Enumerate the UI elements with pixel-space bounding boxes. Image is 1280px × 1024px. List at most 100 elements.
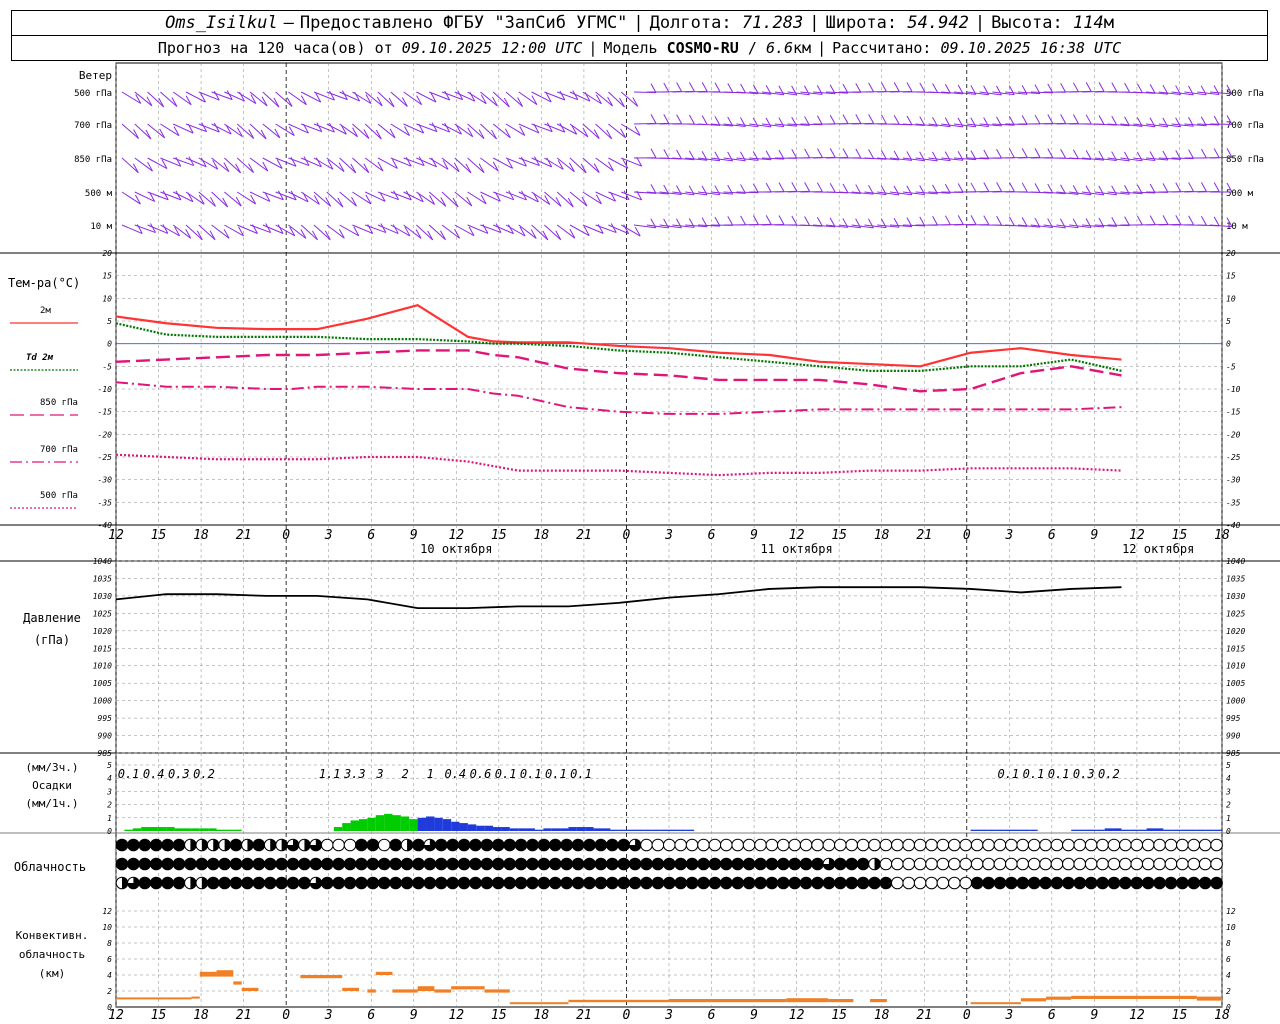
- date-label: 10 октября: [420, 542, 492, 556]
- snow-bar: [543, 828, 552, 831]
- cloud-symbol: [720, 838, 733, 852]
- wind-barb: [121, 123, 139, 139]
- snow-bar: [526, 828, 535, 831]
- cloud-circle: [377, 857, 391, 871]
- cloud-circle: [1062, 876, 1075, 890]
- cloud-symbol: [1005, 876, 1018, 890]
- wind-barb-flag: [1111, 82, 1118, 92]
- cloud-symbol: [902, 876, 916, 890]
- conv-cloud-bar: [786, 998, 829, 1003]
- cloud-symbol: [1210, 838, 1223, 852]
- legend-label: 2м: [40, 306, 51, 316]
- cloud-symbol: [628, 857, 642, 871]
- cloud-circle: [1050, 838, 1064, 852]
- cloud-symbol: [640, 857, 653, 871]
- conv-cloud-bar: [216, 970, 234, 977]
- cloud-circle: [218, 876, 231, 890]
- wind-barb-flag: [133, 129, 140, 139]
- wind-barb-flag: [1060, 82, 1067, 93]
- time-tick-label: 18: [193, 528, 209, 543]
- wind-barb: [364, 157, 384, 172]
- rain-bar: [191, 828, 200, 831]
- time-tick-label: 18: [534, 1008, 550, 1023]
- cloud-symbol: [879, 857, 893, 871]
- cloud-circle: [229, 857, 243, 871]
- cloud-symbol: [1153, 876, 1166, 890]
- cloud-circle: [902, 876, 916, 890]
- cloud-symbol: [834, 876, 847, 890]
- cloud-circle: [514, 876, 528, 890]
- cloud-symbol: [206, 876, 220, 890]
- wind-barb-flag: [868, 82, 875, 93]
- pressure-tick-label: 990: [1226, 732, 1241, 741]
- cloud-circle: [161, 857, 174, 871]
- temp-axis-title: Тем-ра(°С): [8, 276, 80, 290]
- cloud-circle: [469, 838, 482, 852]
- time-tick-label: 9: [410, 1008, 418, 1023]
- snow-bar: [1071, 829, 1080, 831]
- cloud-circle: [560, 876, 573, 890]
- cloud-symbol: [651, 857, 665, 871]
- wind-barb: [608, 224, 629, 235]
- wind-level-label: 700 гПа: [74, 121, 112, 131]
- cloud-symbol: [366, 857, 380, 871]
- conv-cloud-bar: [828, 999, 854, 1003]
- pressure-tick-label: 1000: [93, 697, 112, 706]
- cloud-circle: [742, 838, 756, 852]
- wind-barb-flag: [932, 83, 939, 93]
- wind-barb-flag: [765, 182, 772, 193]
- cloud-symbol: [1005, 857, 1018, 871]
- cloud-circle: [879, 838, 893, 852]
- cloud-circle: [1210, 857, 1223, 871]
- snow-bar: [576, 827, 586, 831]
- temp-tick-label: 10: [102, 294, 112, 303]
- wind-barb: [454, 191, 473, 207]
- wind-barb-flag: [363, 163, 370, 173]
- cloud-circle: [412, 838, 425, 852]
- wind-barb-flag: [906, 115, 913, 126]
- cloud-circle: [1187, 857, 1201, 871]
- snow-bar: [560, 828, 569, 831]
- cloud-circle: [948, 876, 961, 890]
- cloud-circle: [1176, 838, 1189, 852]
- wind-level-label: 500 м: [85, 189, 113, 199]
- temp-tick-label: 10: [1226, 294, 1236, 303]
- precip-3h-total: 0.1: [570, 767, 592, 781]
- cloud-symbol: [332, 857, 345, 871]
- cloud-circle: [834, 857, 847, 871]
- cloud-symbol: [685, 857, 699, 871]
- cloud-symbol: [970, 876, 984, 890]
- cloud-circle: [936, 857, 950, 871]
- cloud-circle: [674, 876, 688, 890]
- cloud-circle: [708, 857, 722, 871]
- cloud-symbol: [1062, 838, 1075, 852]
- cloud-circle: [822, 876, 836, 890]
- temp-tick-label: 0: [107, 340, 112, 349]
- cloud-symbol: [115, 838, 129, 852]
- cloud-circle: [1027, 876, 1041, 890]
- cloud-circle: [127, 857, 140, 871]
- wind-barb-flag: [491, 96, 498, 107]
- precip-tick-label: 5: [107, 761, 112, 770]
- cloud-symbol: [537, 876, 551, 890]
- time-tick-label: 21: [916, 1008, 932, 1023]
- rain-bar: [350, 820, 359, 831]
- cloud-symbol: [434, 876, 448, 890]
- precip-3h-total: 0.4: [143, 767, 165, 781]
- cloud-circle: [503, 857, 516, 871]
- wind-barb-flag: [893, 82, 900, 92]
- cloud-circle: [275, 876, 288, 890]
- cloud-symbol: [1084, 876, 1098, 890]
- snow-bar: [1096, 829, 1105, 831]
- wind-barb-flag: [996, 182, 1003, 192]
- wind-barb-flag: [816, 148, 823, 158]
- pressure-tick-label: 995: [98, 714, 113, 723]
- cloud-symbol: [913, 876, 927, 890]
- time-tick-label: 12: [1129, 1008, 1145, 1023]
- cloud-symbol: [309, 857, 323, 871]
- pressure-tick-label: 1010: [1226, 662, 1245, 671]
- cloud-circle: [1027, 838, 1041, 852]
- cloud-symbol: [1073, 857, 1087, 871]
- cloud-symbol: [731, 857, 745, 871]
- cloud-circle: [1153, 857, 1166, 871]
